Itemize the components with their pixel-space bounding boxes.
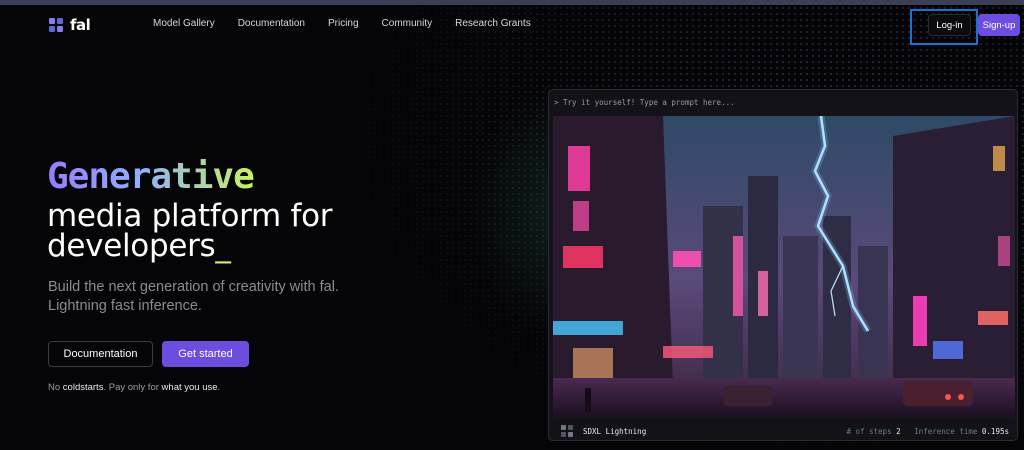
tagline-part3: . [217,382,221,393]
tagline-bold2: what you use [161,382,218,393]
hero-subtitle: Build the next generation of creativity … [48,279,339,314]
hero-title-line3-text: developers [47,228,216,264]
nav-item-research-grants[interactable]: Research Grants [455,18,531,29]
nav-item-community[interactable]: Community [382,18,433,29]
fal-logo-icon [49,18,63,32]
nav-item-documentation[interactable]: Documentation [238,18,305,29]
tagline-part1: No [48,382,63,393]
model-icon [561,425,573,437]
hero-title-gradient: Generative [47,156,255,197]
prompt-input[interactable]: > Try it yourself! Type a prompt here... [554,98,735,107]
documentation-button[interactable]: Documentation [48,341,153,367]
tagline-part2: . Pay only for [103,382,162,393]
nav-item-model-gallery[interactable]: Model Gallery [153,18,215,29]
get-started-button[interactable]: Get started [162,341,249,367]
nav-item-pricing[interactable]: Pricing [328,18,359,29]
hero-cursor: _ [215,228,231,264]
demo-footer: SDXL Lightning # of steps 2 Inference ti… [549,420,1017,440]
hero-title-line3: developers_ [47,228,231,264]
inference-value: 0.195s [981,427,1009,436]
logo-text: fal [70,16,91,34]
tagline-bold1: coldstarts [62,382,104,393]
model-name: SDXL Lightning [583,427,647,436]
login-button[interactable]: Log-in [928,14,971,36]
steps-value: 2 [896,427,901,436]
inference-label: Inference time [914,427,978,436]
steps-label: # of steps [846,427,892,436]
hero-tagline: No coldstarts. Pay only for what you use… [48,382,220,393]
demo-panel: > Try it yourself! Type a prompt here... [548,89,1018,441]
city-scene-illustration [553,115,1015,418]
generated-image [553,115,1015,418]
main-nav: Model Gallery Documentation Pricing Comm… [153,18,531,29]
signup-button[interactable]: Sign-up [978,14,1020,36]
fal-logo[interactable]: fal [48,16,91,34]
inference-stats: # of steps 2 Inference time 0.195s [846,427,1009,436]
